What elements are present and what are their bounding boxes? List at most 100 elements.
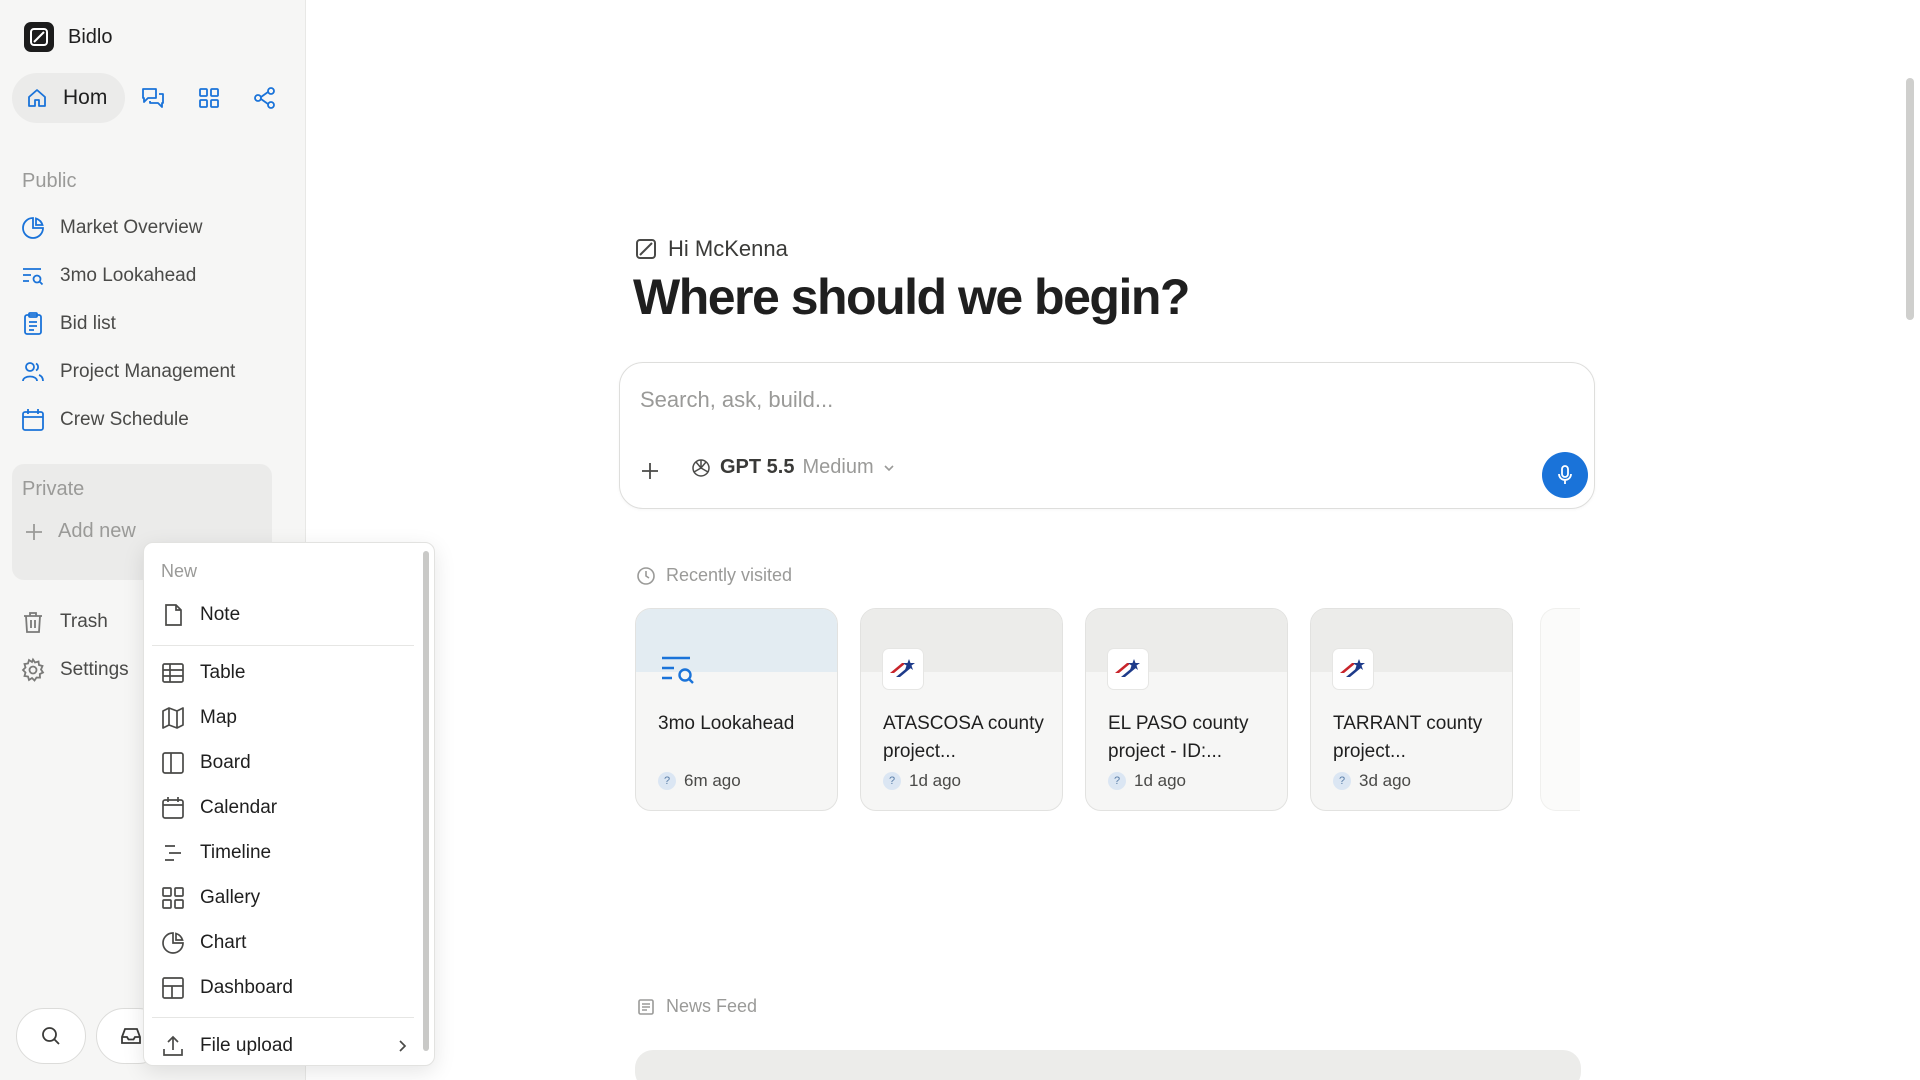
menu-item-table[interactable]: Table	[160, 655, 410, 691]
sidebar-item-label: Settings	[60, 659, 129, 680]
public-section-label: Public	[22, 170, 77, 192]
menu-item-note[interactable]: Note	[160, 597, 410, 633]
timeline-icon	[160, 840, 186, 866]
menu-item-map[interactable]: Map	[160, 700, 410, 736]
menu-item-label: Table	[200, 662, 246, 683]
clipboard-icon	[20, 311, 46, 337]
upload-icon	[160, 1033, 186, 1059]
greeting-text: Hi McKenna	[668, 236, 788, 261]
menu-scrollbar[interactable]	[423, 551, 429, 1051]
avatar: ?	[883, 772, 901, 790]
menu-item-calendar[interactable]: Calendar	[160, 790, 410, 826]
card-meta: ? 1d ago	[883, 771, 961, 791]
menu-item-label: Note	[200, 604, 241, 625]
model-selector[interactable]: GPT 5.5 Medium	[690, 456, 896, 479]
recent-card-3mo-lookahead[interactable]: 3mo Lookahead ? 6m ago	[635, 608, 838, 811]
nav-home-button[interactable]: Hom	[12, 73, 125, 123]
sidebar-item-settings[interactable]: Settings	[20, 652, 129, 688]
add-new-button[interactable]: Add new	[24, 520, 136, 543]
avatar: ?	[1108, 772, 1126, 790]
card-time: 1d ago	[909, 771, 961, 790]
menu-item-board[interactable]: Board	[160, 745, 410, 781]
avatar: ?	[658, 772, 676, 790]
menu-item-label: Timeline	[200, 842, 272, 863]
sidebar-item-market-overview[interactable]: Market Overview	[20, 210, 203, 246]
news-feed-header: News Feed	[636, 996, 757, 1017]
bidlo-logo-icon	[24, 22, 54, 52]
menu-item-label: Calendar	[200, 797, 278, 818]
txdot-logo-icon	[883, 649, 923, 689]
search-input[interactable]	[640, 387, 1540, 413]
list-search-icon	[658, 649, 698, 689]
sidebar-item-3mo-lookahead[interactable]: 3mo Lookahead	[20, 258, 196, 294]
news-feed-item[interactable]	[635, 1050, 1581, 1080]
menu-item-label: Map	[200, 707, 237, 728]
card-title: ATASCOSA county project...	[883, 713, 1044, 762]
card-title: EL PASO county project - ID:...	[1108, 713, 1249, 762]
list-search-icon	[20, 263, 46, 289]
card-title: 3mo Lookahead	[658, 713, 795, 734]
nav-apps-button[interactable]	[181, 73, 237, 123]
voice-button[interactable]	[1542, 452, 1588, 498]
gallery-icon	[160, 885, 186, 911]
menu-divider	[152, 1017, 414, 1018]
dashboard-icon	[160, 975, 186, 1001]
sidebar-item-trash[interactable]: Trash	[20, 604, 108, 640]
sidebar-item-label: Trash	[60, 611, 108, 632]
sidebar-item-project-management[interactable]: Project Management	[20, 354, 235, 390]
section-label: News Feed	[666, 996, 758, 1016]
menu-divider	[152, 645, 414, 646]
search-button[interactable]	[16, 1008, 86, 1064]
microphone-icon	[1554, 464, 1576, 486]
nav-chat-button[interactable]	[125, 73, 181, 123]
nav-workflow-button[interactable]	[237, 73, 293, 123]
model-mode: Medium	[802, 456, 874, 478]
card-title: TARRANT county project...	[1333, 713, 1483, 762]
board-icon	[160, 750, 186, 776]
sidebar-item-label: Bid list	[60, 313, 116, 334]
recent-card-el-paso[interactable]: EL PASO county project - ID:... ? 1d ago	[1085, 608, 1288, 811]
greeting: Hi McKenna	[634, 236, 788, 262]
search-icon	[39, 1024, 63, 1048]
inbox-icon	[119, 1024, 143, 1048]
menu-item-gallery[interactable]: Gallery	[160, 880, 410, 916]
note-icon	[160, 602, 186, 628]
home-icon	[25, 86, 49, 110]
newspaper-icon	[636, 997, 656, 1017]
recently-visited-header: Recently visited	[636, 565, 792, 586]
private-section-label: Private	[22, 478, 85, 500]
calendar-icon	[160, 795, 186, 821]
recent-card-atascosa[interactable]: ATASCOSA county project... ? 1d ago	[860, 608, 1063, 811]
menu-item-label: Chart	[200, 932, 247, 953]
bidlo-logo-icon	[634, 237, 658, 261]
sidebar-item-label: Crew Schedule	[60, 409, 189, 430]
main-scrollbar[interactable]	[1906, 78, 1914, 320]
brand[interactable]: Bidlo	[24, 22, 112, 52]
menu-item-dashboard[interactable]: Dashboard	[160, 970, 410, 1006]
pie-chart-icon	[20, 215, 46, 241]
sidebar-item-label: 3mo Lookahead	[60, 265, 197, 286]
app-name: Bidlo	[68, 25, 113, 48]
attach-button[interactable]	[640, 461, 660, 481]
menu-item-label: Board	[200, 752, 251, 773]
menu-item-timeline[interactable]: Timeline	[160, 835, 410, 871]
card-time: 6m ago	[684, 771, 741, 790]
map-icon	[160, 705, 186, 731]
table-icon	[160, 660, 186, 686]
menu-item-file-upload[interactable]: File upload	[160, 1028, 410, 1064]
page-title: Where should we begin?	[633, 269, 1190, 325]
chat-icon	[140, 85, 166, 111]
trash-icon	[20, 609, 46, 635]
model-name: GPT 5.5	[720, 456, 795, 478]
menu-item-chart[interactable]: Chart	[160, 925, 410, 961]
recent-card-tarrant[interactable]: TARRANT county project... ? 3d ago	[1310, 608, 1513, 811]
new-item-menu: New Note Table Map Board Calendar Timeli…	[143, 542, 435, 1066]
menu-item-label: File upload	[200, 1035, 293, 1056]
recent-card-partial[interactable]	[1540, 608, 1580, 811]
calendar-icon	[20, 407, 46, 433]
card-meta: ? 6m ago	[658, 771, 741, 791]
sidebar-item-crew-schedule[interactable]: Crew Schedule	[20, 402, 189, 438]
sidebar-item-bid-list[interactable]: Bid list	[20, 306, 116, 342]
users-icon	[20, 359, 46, 385]
section-label: Recently visited	[666, 565, 793, 585]
